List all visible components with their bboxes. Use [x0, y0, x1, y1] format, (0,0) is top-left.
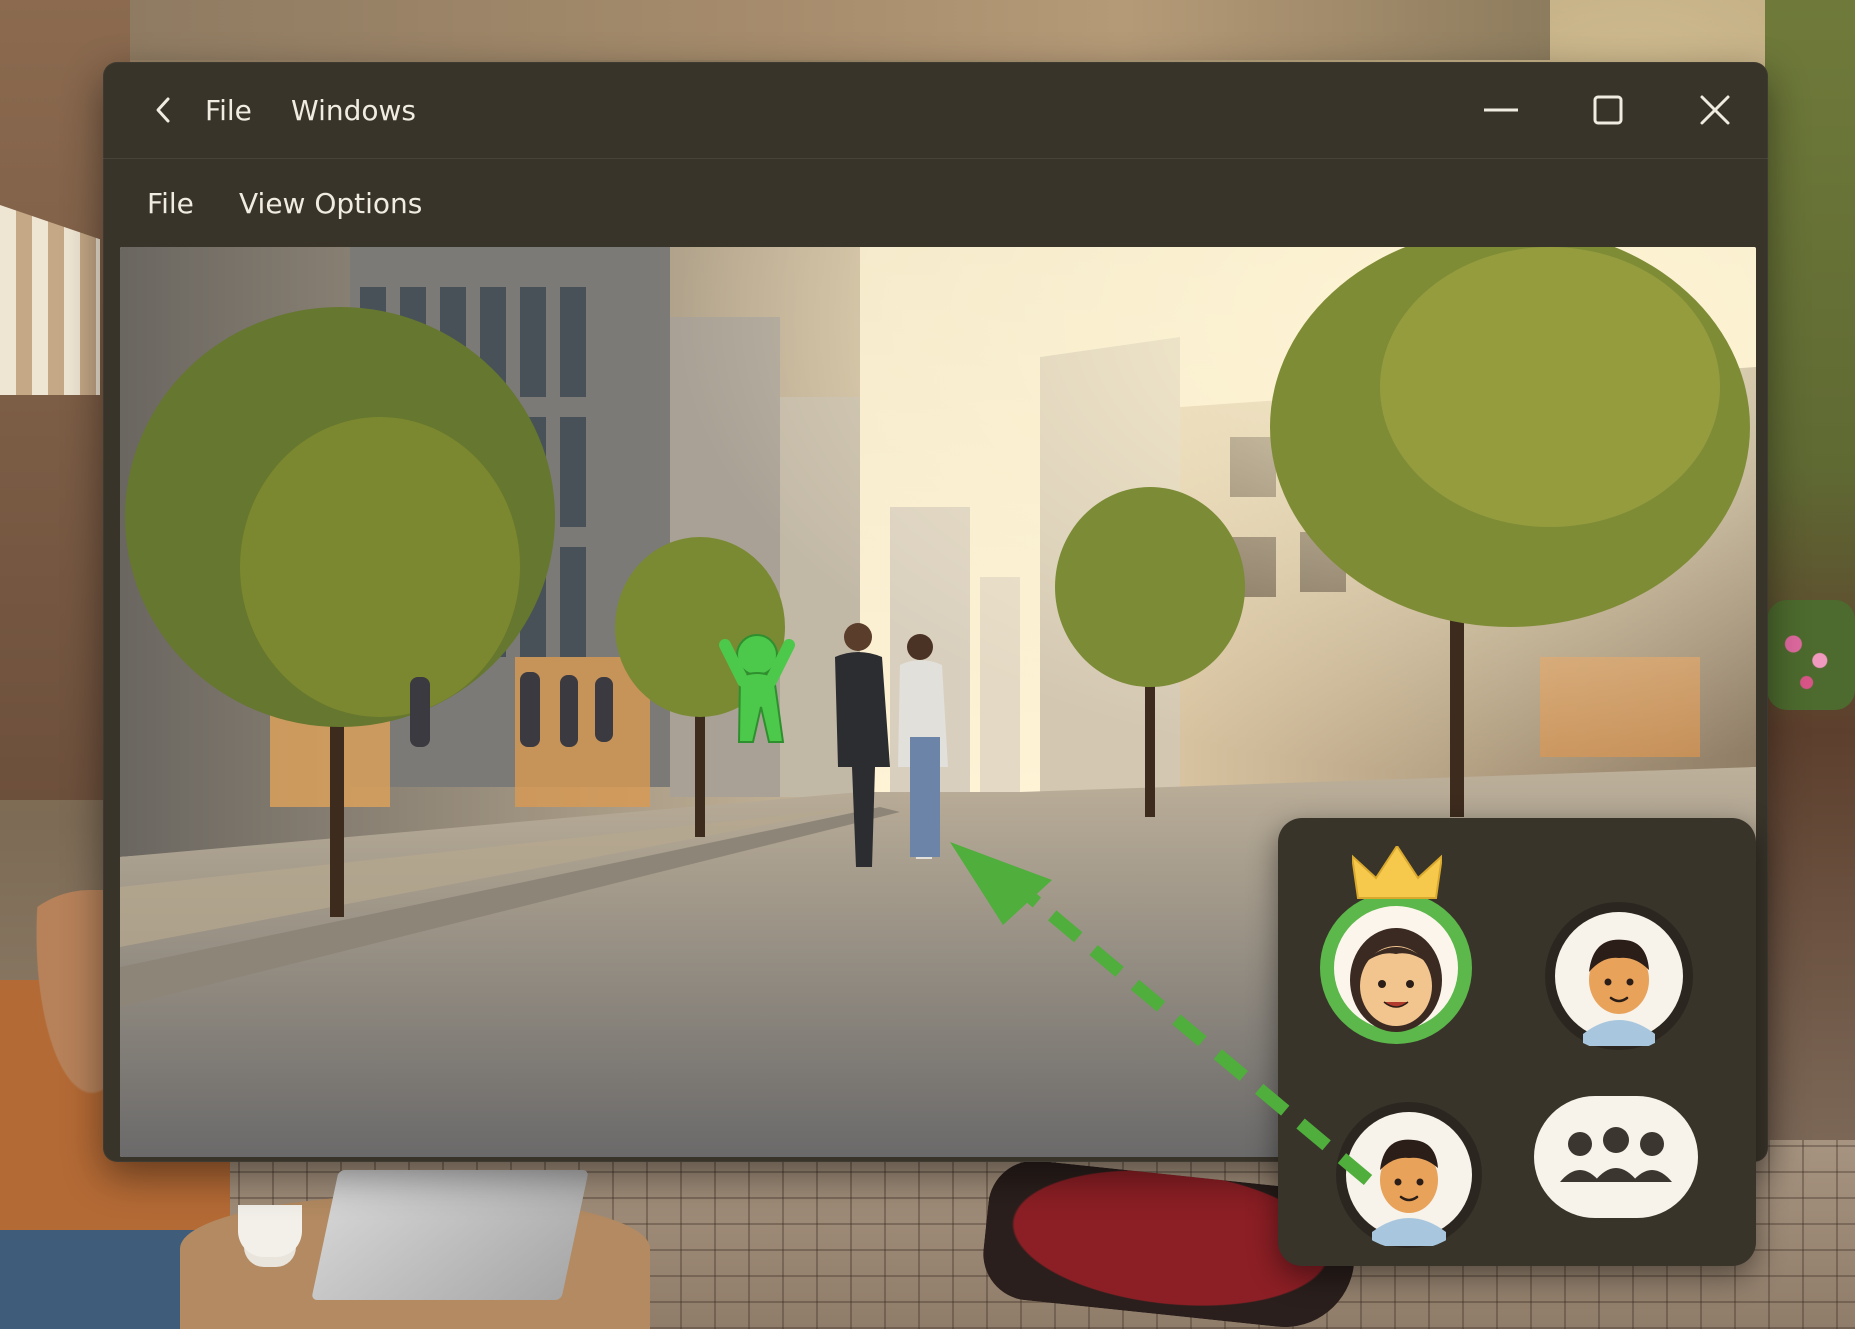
minimize-button[interactable] — [1461, 62, 1541, 158]
avatar-boy[interactable] — [1543, 900, 1695, 1052]
minimize-icon — [1484, 108, 1518, 112]
menu-view-options[interactable]: View Options — [239, 159, 422, 247]
chevron-left-icon — [156, 97, 170, 123]
avatar-crowned-girl[interactable] — [1316, 888, 1476, 1048]
group-icon — [1560, 1127, 1672, 1182]
back-icon[interactable] — [143, 62, 183, 158]
crowned-girl-avatar-icon — [1320, 892, 1472, 1044]
maximize-button[interactable] — [1568, 62, 1648, 158]
avatar-boy-2[interactable] — [1334, 1100, 1484, 1250]
boy-avatar-2-icon — [1336, 1102, 1482, 1248]
close-icon — [1700, 95, 1730, 125]
title-bar: File Windows — [103, 62, 1768, 159]
titlebar-menu-file[interactable]: File — [205, 62, 252, 158]
menu-bar: File View Options — [103, 159, 1768, 247]
boy-avatar-icon — [1545, 902, 1693, 1050]
background-laptop — [311, 1170, 589, 1300]
avatar-group[interactable] — [1534, 1096, 1698, 1218]
background-coffee-cup — [238, 1205, 302, 1257]
crown-icon — [1352, 846, 1442, 899]
avatar-picker-panel — [1278, 818, 1756, 1266]
background-building — [130, 0, 1550, 60]
menu-file[interactable]: File — [147, 159, 194, 247]
background-flowers — [1767, 600, 1855, 710]
titlebar-menu-windows[interactable]: Windows — [291, 62, 416, 158]
maximize-icon — [1593, 95, 1623, 125]
close-button[interactable] — [1675, 62, 1755, 158]
